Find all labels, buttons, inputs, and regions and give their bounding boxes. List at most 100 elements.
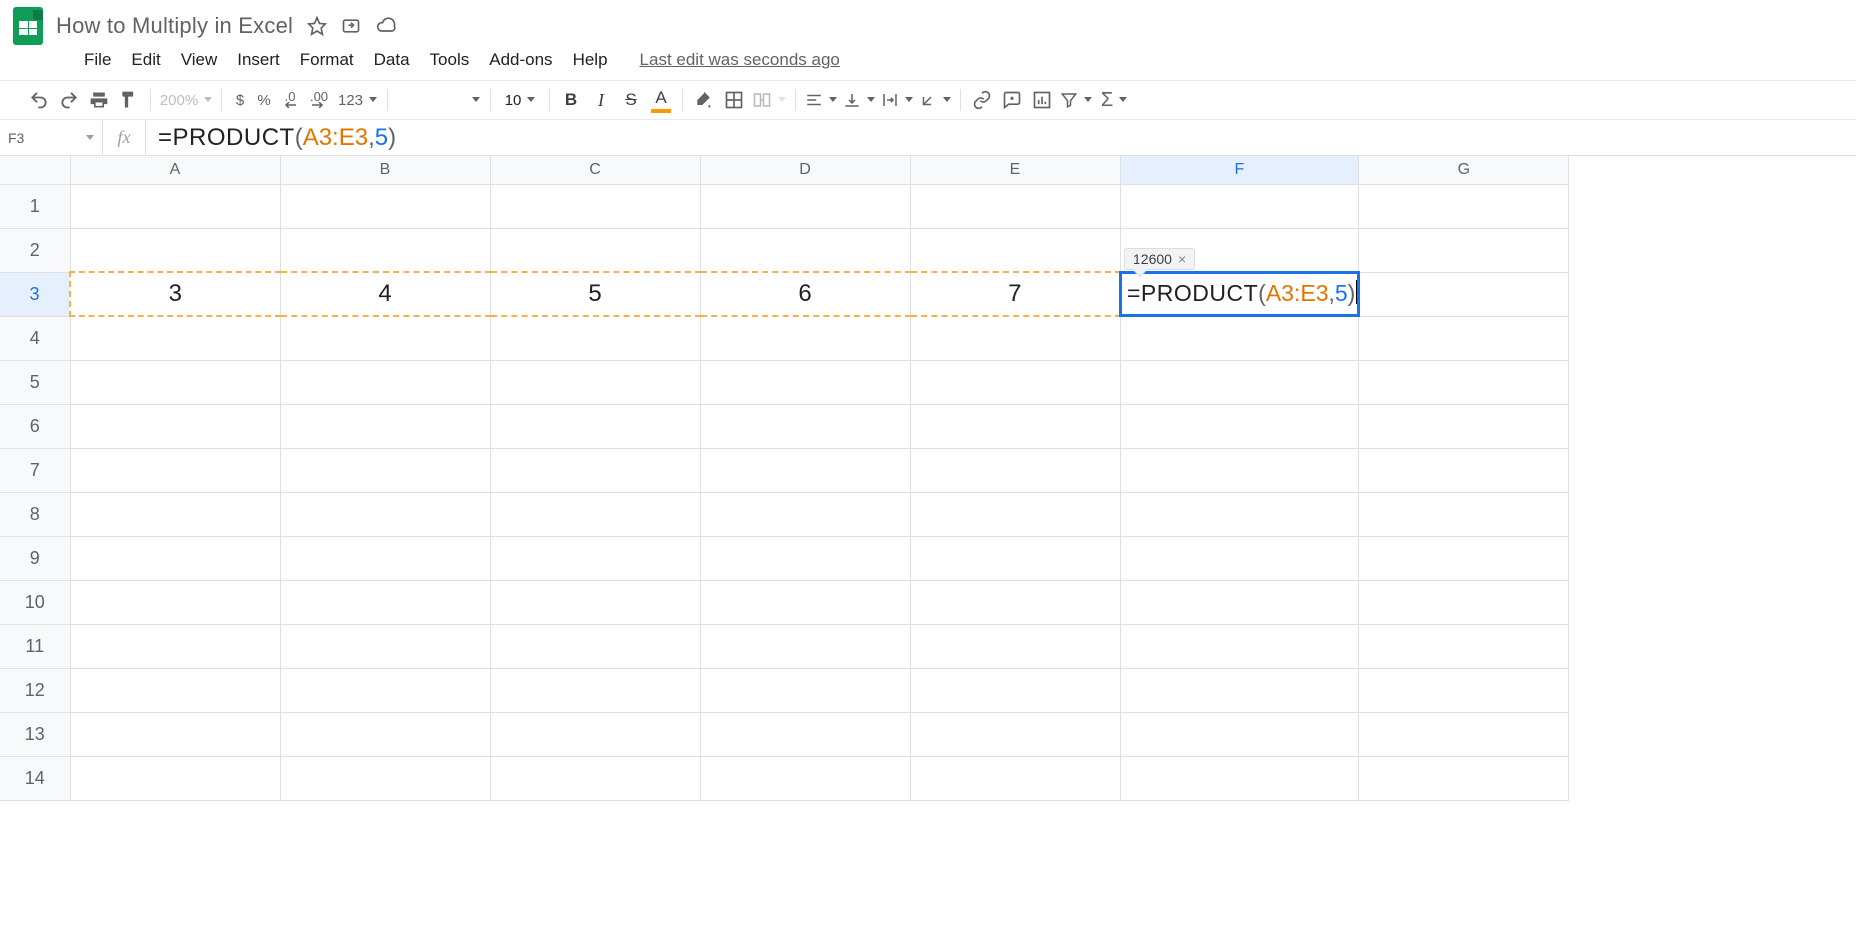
cell-A2[interactable] <box>70 228 280 272</box>
cell-D1[interactable] <box>700 184 910 228</box>
cell-E14[interactable] <box>910 756 1120 800</box>
cell-G7[interactable] <box>1359 448 1569 492</box>
cell-A1[interactable] <box>70 184 280 228</box>
cell-G11[interactable] <box>1359 624 1569 668</box>
cell-A13[interactable] <box>70 712 280 756</box>
cell-B14[interactable] <box>280 756 490 800</box>
cell-C14[interactable] <box>490 756 700 800</box>
cell-E11[interactable] <box>910 624 1120 668</box>
cell-B7[interactable] <box>280 448 490 492</box>
cell-C7[interactable] <box>490 448 700 492</box>
cell-G13[interactable] <box>1359 712 1569 756</box>
cell-B8[interactable] <box>280 492 490 536</box>
move-icon[interactable] <box>341 16 361 36</box>
cell-D7[interactable] <box>700 448 910 492</box>
cell-E3[interactable]: 7 <box>910 272 1120 316</box>
undo-button[interactable] <box>24 85 54 115</box>
cell-C1[interactable] <box>490 184 700 228</box>
cell-E4[interactable] <box>910 316 1120 360</box>
cell-C2[interactable] <box>490 228 700 272</box>
cell-C10[interactable] <box>490 580 700 624</box>
row-header-9[interactable]: 9 <box>0 536 70 580</box>
menu-help[interactable]: Help <box>563 46 618 74</box>
menu-edit[interactable]: Edit <box>121 46 170 74</box>
print-button[interactable] <box>84 85 114 115</box>
cell-A4[interactable] <box>70 316 280 360</box>
cell-G9[interactable] <box>1359 536 1569 580</box>
merge-cells-button[interactable] <box>749 85 789 115</box>
decrease-decimal-button[interactable]: .0 <box>276 85 304 115</box>
cell-A7[interactable] <box>70 448 280 492</box>
last-edit-status[interactable]: Last edit was seconds ago <box>640 50 840 70</box>
document-title[interactable]: How to Multiply in Excel <box>54 13 299 39</box>
zoom-dropdown[interactable]: 200% <box>157 92 215 109</box>
cell-B5[interactable] <box>280 360 490 404</box>
cell-A14[interactable] <box>70 756 280 800</box>
cell-G10[interactable] <box>1359 580 1569 624</box>
row-header-14[interactable]: 14 <box>0 756 70 800</box>
cell-F7[interactable] <box>1120 448 1359 492</box>
cell-F10[interactable] <box>1120 580 1359 624</box>
font-size-dropdown[interactable]: 10 <box>497 92 543 109</box>
menu-file[interactable]: File <box>74 46 121 74</box>
vertical-align-button[interactable] <box>840 85 878 115</box>
text-wrap-button[interactable] <box>878 85 916 115</box>
star-icon[interactable] <box>307 16 327 36</box>
cell-E9[interactable] <box>910 536 1120 580</box>
cell-C11[interactable] <box>490 624 700 668</box>
cell-F4[interactable] <box>1120 316 1359 360</box>
row-header-13[interactable]: 13 <box>0 712 70 756</box>
cell-A8[interactable] <box>70 492 280 536</box>
cell-B1[interactable] <box>280 184 490 228</box>
cell-A6[interactable] <box>70 404 280 448</box>
cell-D9[interactable] <box>700 536 910 580</box>
row-header-12[interactable]: 12 <box>0 668 70 712</box>
cell-E1[interactable] <box>910 184 1120 228</box>
cell-E12[interactable] <box>910 668 1120 712</box>
redo-button[interactable] <box>54 85 84 115</box>
cell-F8[interactable] <box>1120 492 1359 536</box>
cell-C12[interactable] <box>490 668 700 712</box>
cell-D12[interactable] <box>700 668 910 712</box>
column-header-C[interactable]: C <box>490 156 700 184</box>
cell-A3[interactable]: 3 <box>70 272 280 316</box>
cell-D3[interactable]: 6 <box>700 272 910 316</box>
sheets-logo[interactable] <box>8 6 48 46</box>
bold-button[interactable]: B <box>556 85 586 115</box>
menu-format[interactable]: Format <box>290 46 364 74</box>
cell-A10[interactable] <box>70 580 280 624</box>
cell-G14[interactable] <box>1359 756 1569 800</box>
cell-D4[interactable] <box>700 316 910 360</box>
cell-B3[interactable]: 4 <box>280 272 490 316</box>
menu-data[interactable]: Data <box>364 46 420 74</box>
borders-button[interactable] <box>719 85 749 115</box>
row-header-4[interactable]: 4 <box>0 316 70 360</box>
increase-decimal-button[interactable]: .00 <box>304 85 334 115</box>
column-header-D[interactable]: D <box>700 156 910 184</box>
insert-comment-button[interactable] <box>997 85 1027 115</box>
cell-E13[interactable] <box>910 712 1120 756</box>
font-family-dropdown[interactable] <box>394 86 484 114</box>
cell-E7[interactable] <box>910 448 1120 492</box>
cell-G2[interactable] <box>1359 228 1569 272</box>
currency-button[interactable]: $ <box>228 85 252 115</box>
row-header-6[interactable]: 6 <box>0 404 70 448</box>
cell-A5[interactable] <box>70 360 280 404</box>
number-format-dropdown[interactable]: 123 <box>334 92 381 109</box>
cell-C13[interactable] <box>490 712 700 756</box>
row-header-8[interactable]: 8 <box>0 492 70 536</box>
insert-link-button[interactable] <box>967 85 997 115</box>
cell-E10[interactable] <box>910 580 1120 624</box>
cloud-icon[interactable] <box>375 16 397 36</box>
text-color-button[interactable]: A <box>646 85 676 115</box>
column-header-A[interactable]: A <box>70 156 280 184</box>
cell-C3[interactable]: 5 <box>490 272 700 316</box>
cell-G1[interactable] <box>1359 184 1569 228</box>
menu-insert[interactable]: Insert <box>227 46 290 74</box>
percent-button[interactable]: % <box>252 85 276 115</box>
cell-F14[interactable] <box>1120 756 1359 800</box>
cell-C6[interactable] <box>490 404 700 448</box>
cell-F1[interactable] <box>1120 184 1359 228</box>
name-box[interactable]: F3 <box>0 120 102 155</box>
cell-B10[interactable] <box>280 580 490 624</box>
